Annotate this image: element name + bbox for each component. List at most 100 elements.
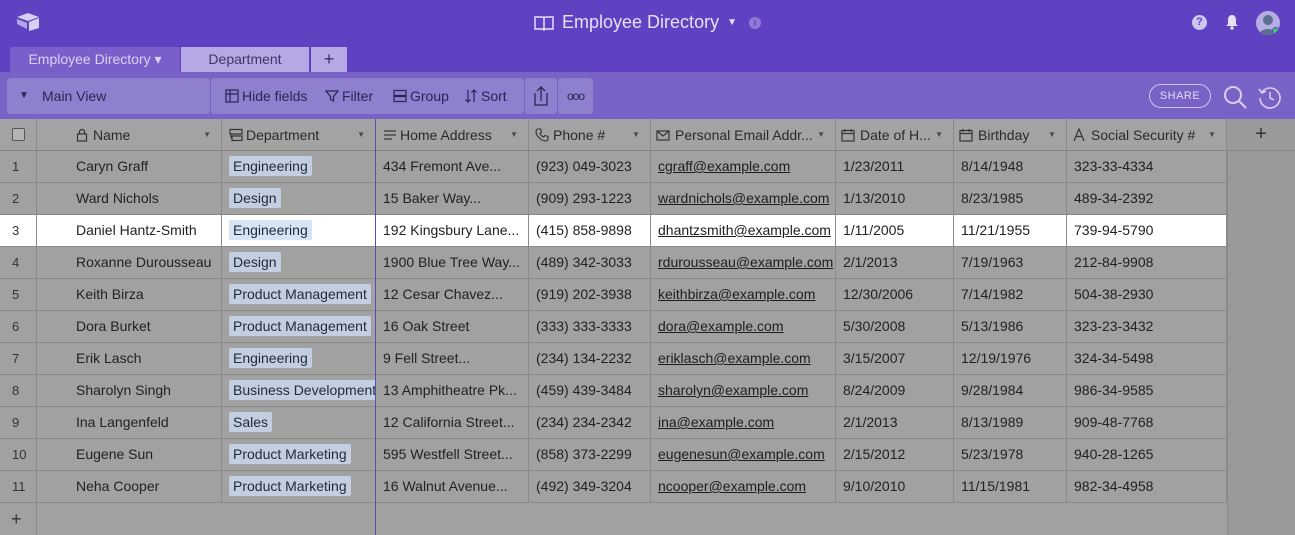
cell-email[interactable]: eriklasch@example.com (651, 343, 836, 375)
cell-phone[interactable]: (415) 858-9898 (529, 215, 651, 247)
cell-email[interactable]: keithbirza@example.com (651, 279, 836, 311)
cell-name[interactable]: Sharolyn Singh (37, 375, 222, 407)
table-row[interactable]: 6 Dora Burket Product Management 16 Oak … (0, 311, 1227, 343)
add-table-button[interactable]: + (311, 47, 347, 72)
share-button[interactable]: SHARE (1149, 84, 1211, 108)
cell-phone[interactable]: (923) 049-3023 (529, 151, 651, 183)
table-row-selected[interactable]: 3 Daniel Hantz-Smith Engineering 192 Kin… (0, 215, 1227, 247)
cell-address[interactable]: 9 Fell Street... (376, 343, 529, 375)
cell-phone[interactable]: (234) 134-2232 (529, 343, 651, 375)
cell-date-of-hire[interactable]: 2/1/2013 (836, 407, 954, 439)
cell-date-of-hire[interactable]: 5/30/2008 (836, 311, 954, 343)
table-row[interactable]: 10 Eugene Sun Product Marketing 595 West… (0, 439, 1227, 471)
cell-ssn[interactable]: 323-23-3432 (1067, 311, 1227, 343)
cell-birthday[interactable]: 8/14/1948 (954, 151, 1067, 183)
email-link[interactable]: keithbirza@example.com (658, 286, 815, 302)
column-header-email[interactable]: Personal Email Addr... ▼ (651, 119, 836, 151)
email-link[interactable]: sharolyn@example.com (658, 382, 808, 398)
cell-department[interactable]: Engineering (222, 215, 376, 247)
cell-birthday[interactable]: 12/19/1976 (954, 343, 1067, 375)
cell-name[interactable]: Neha Cooper (37, 471, 222, 503)
cell-birthday[interactable]: 9/28/1984 (954, 375, 1067, 407)
cell-date-of-hire[interactable]: 1/11/2005 (836, 215, 954, 247)
cell-department[interactable]: Engineering (222, 343, 376, 375)
cell-date-of-hire[interactable]: 8/24/2009 (836, 375, 954, 407)
column-menu-caret-icon[interactable]: ▼ (1048, 119, 1056, 151)
cell-address[interactable]: 1900 Blue Tree Way... (376, 247, 529, 279)
cell-birthday[interactable]: 5/13/1986 (954, 311, 1067, 343)
cell-department[interactable]: Product Marketing (222, 439, 376, 471)
column-header-birthday[interactable]: Birthday ▼ (954, 119, 1067, 151)
search-icon[interactable] (1222, 84, 1248, 110)
cell-ssn[interactable]: 504-38-2930 (1067, 279, 1227, 311)
cell-name[interactable]: Keith Birza (37, 279, 222, 311)
chevron-down-icon[interactable]: ▼ (727, 17, 737, 28)
group-button[interactable]: Group (393, 78, 449, 114)
bell-icon[interactable] (1225, 14, 1239, 30)
column-menu-caret-icon[interactable]: ▼ (357, 119, 365, 151)
cell-name[interactable]: Daniel Hantz-Smith (37, 215, 222, 247)
table-row[interactable]: 8 Sharolyn Singh Business Development 13… (0, 375, 1227, 407)
cell-date-of-hire[interactable]: 2/1/2013 (836, 247, 954, 279)
column-menu-caret-icon[interactable]: ▼ (510, 119, 518, 151)
frozen-column-divider[interactable] (375, 119, 376, 535)
cell-department[interactable]: Product Management (222, 279, 376, 311)
column-menu-caret-icon[interactable]: ▼ (632, 119, 640, 151)
email-link[interactable]: rdurousseau@example.com (658, 254, 833, 270)
sort-button[interactable]: Sort (464, 78, 507, 114)
email-link[interactable]: ina@example.com (658, 414, 774, 430)
email-link[interactable]: eriklasch@example.com (658, 350, 811, 366)
cell-phone[interactable]: (489) 342-3033 (529, 247, 651, 279)
cell-phone[interactable]: (492) 349-3204 (529, 471, 651, 503)
cell-birthday[interactable]: 11/15/1981 (954, 471, 1067, 503)
select-all-checkbox[interactable] (12, 128, 25, 141)
cell-name[interactable]: Eugene Sun (37, 439, 222, 471)
cell-address[interactable]: 12 Cesar Chavez... (376, 279, 529, 311)
more-options-button[interactable]: ooo (558, 78, 593, 114)
cell-phone[interactable]: (919) 202-3938 (529, 279, 651, 311)
cell-ssn[interactable]: 212-84-9908 (1067, 247, 1227, 279)
tab-employee-directory[interactable]: Employee Directory ▾ (10, 47, 180, 72)
cell-birthday[interactable]: 5/23/1978 (954, 439, 1067, 471)
view-switcher[interactable]: ▼ Main View (7, 78, 210, 114)
column-header-date-of-hire[interactable]: Date of H... ▼ (836, 119, 954, 151)
cell-date-of-hire[interactable]: 1/23/2011 (836, 151, 954, 183)
cell-department[interactable]: Product Marketing (222, 471, 376, 503)
cell-birthday[interactable]: 11/21/1955 (954, 215, 1067, 247)
cell-email[interactable]: dhantzsmith@example.com (651, 215, 836, 247)
cell-date-of-hire[interactable]: 2/15/2012 (836, 439, 954, 471)
cell-date-of-hire[interactable]: 1/13/2010 (836, 183, 954, 215)
column-menu-caret-icon[interactable]: ▼ (935, 119, 943, 151)
table-row[interactable]: 2 Ward Nichols Design 15 Baker Way... (9… (0, 183, 1227, 215)
share-view-button[interactable] (525, 78, 557, 114)
cell-ssn[interactable]: 940-28-1265 (1067, 439, 1227, 471)
cell-address[interactable]: 595 Westfell Street... (376, 439, 529, 471)
email-link[interactable]: wardnichols@example.com (658, 190, 829, 206)
email-link[interactable]: ncooper@example.com (658, 478, 806, 494)
cell-name[interactable]: Roxanne Durousseau (37, 247, 222, 279)
cell-phone[interactable]: (909) 293-1223 (529, 183, 651, 215)
email-link[interactable]: dhantzsmith@example.com (658, 222, 831, 238)
cell-email[interactable]: ncooper@example.com (651, 471, 836, 503)
cell-address[interactable]: 15 Baker Way... (376, 183, 529, 215)
column-header-ssn[interactable]: Social Security # ▼ (1067, 119, 1227, 151)
cell-phone[interactable]: (459) 439-3484 (529, 375, 651, 407)
table-row[interactable]: 9 Ina Langenfeld Sales 12 California Str… (0, 407, 1227, 439)
cell-email[interactable]: sharolyn@example.com (651, 375, 836, 407)
cell-date-of-hire[interactable]: 9/10/2010 (836, 471, 954, 503)
cell-name[interactable]: Caryn Graff (37, 151, 222, 183)
table-row[interactable]: 4 Roxanne Durousseau Design 1900 Blue Tr… (0, 247, 1227, 279)
cell-email[interactable]: cgraff@example.com (651, 151, 836, 183)
cell-ssn[interactable]: 986-34-9585 (1067, 375, 1227, 407)
add-record-row[interactable]: + (0, 503, 1227, 535)
hide-fields-button[interactable]: Hide fields (225, 78, 307, 114)
cell-name[interactable]: Erik Lasch (37, 343, 222, 375)
email-link[interactable]: cgraff@example.com (658, 158, 790, 174)
cell-date-of-hire[interactable]: 12/30/2006 (836, 279, 954, 311)
cell-address[interactable]: 434 Fremont Ave... (376, 151, 529, 183)
cell-department[interactable]: Design (222, 183, 376, 215)
cell-ssn[interactable]: 489-34-2392 (1067, 183, 1227, 215)
cell-ssn[interactable]: 323-33-4334 (1067, 151, 1227, 183)
cell-ssn[interactable]: 739-94-5790 (1067, 215, 1227, 247)
avatar[interactable] (1256, 11, 1280, 35)
